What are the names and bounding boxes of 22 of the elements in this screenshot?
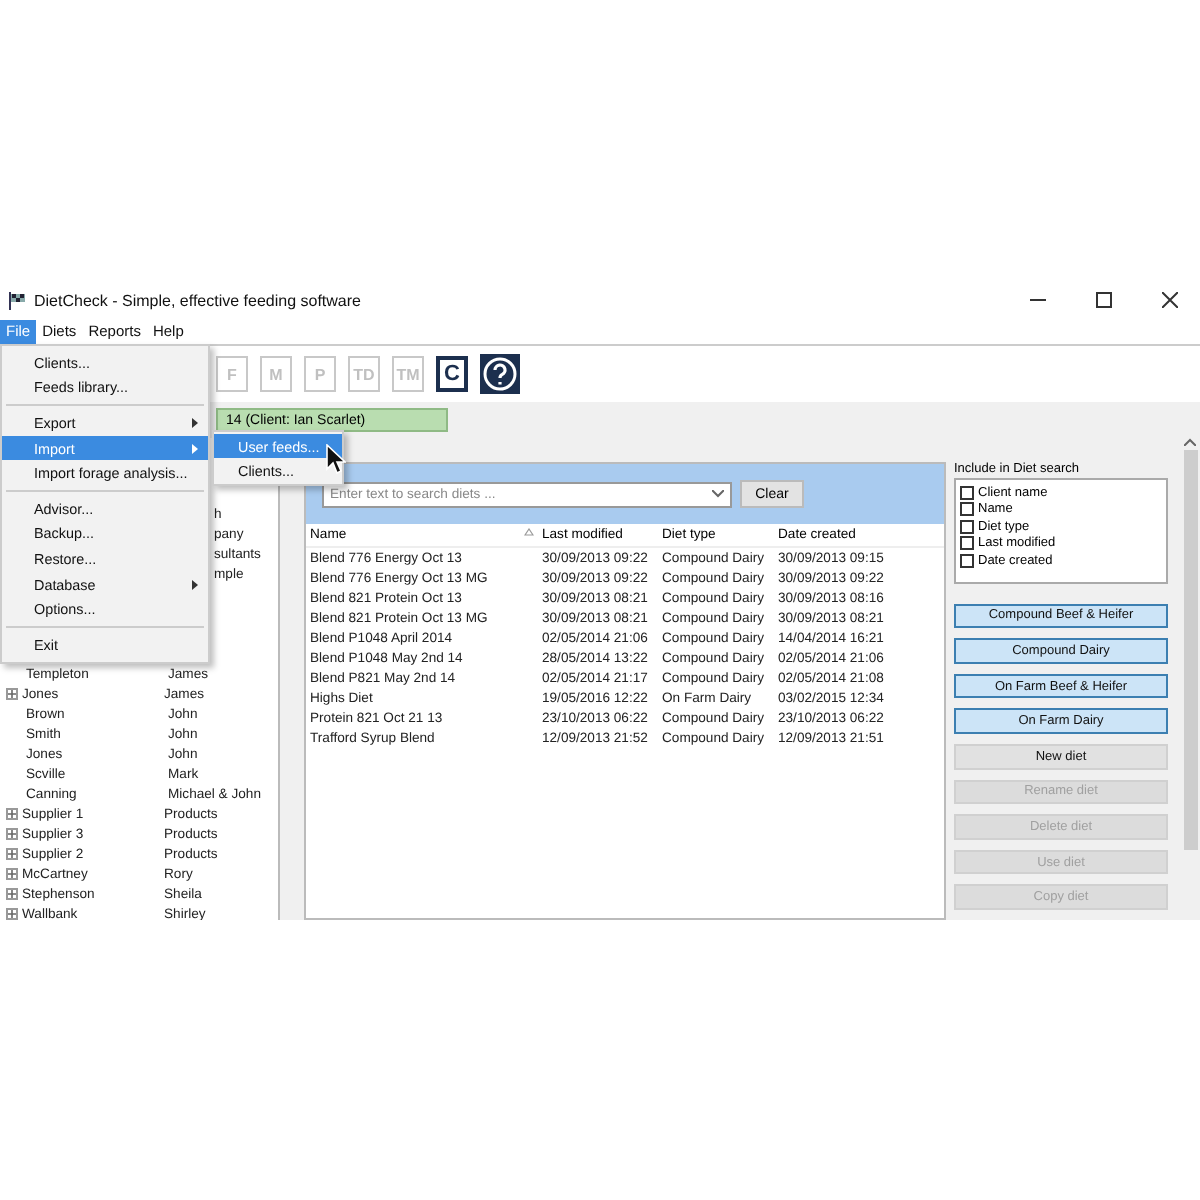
expand-icon[interactable] xyxy=(6,828,18,840)
checkbox[interactable] xyxy=(960,553,974,568)
expand-icon[interactable] xyxy=(6,848,18,860)
toolbar-button[interactable]: C xyxy=(436,356,468,392)
maximize-icon[interactable] xyxy=(1096,292,1112,308)
minimize-icon[interactable] xyxy=(1030,298,1046,302)
expand-icon[interactable] xyxy=(6,908,18,920)
flag-icon xyxy=(8,291,28,309)
checkbox[interactable] xyxy=(960,485,974,500)
sort-arrow-icon xyxy=(524,528,534,536)
checkbox[interactable] xyxy=(960,536,974,551)
close-icon[interactable] xyxy=(1162,292,1178,308)
checkbox[interactable] xyxy=(960,502,974,517)
scroll-up-icon[interactable] xyxy=(1184,438,1196,446)
expand-icon[interactable] xyxy=(6,868,18,880)
window-title: DietCheck - Simple, effective feeding software xyxy=(34,291,363,309)
scrollbar-thumb[interactable] xyxy=(1183,450,1197,850)
expand-icon[interactable] xyxy=(6,808,18,820)
help-icon[interactable] xyxy=(480,354,520,394)
checkbox[interactable] xyxy=(960,519,974,534)
expand-icon[interactable] xyxy=(6,688,18,700)
expand-icon[interactable] xyxy=(6,888,18,900)
